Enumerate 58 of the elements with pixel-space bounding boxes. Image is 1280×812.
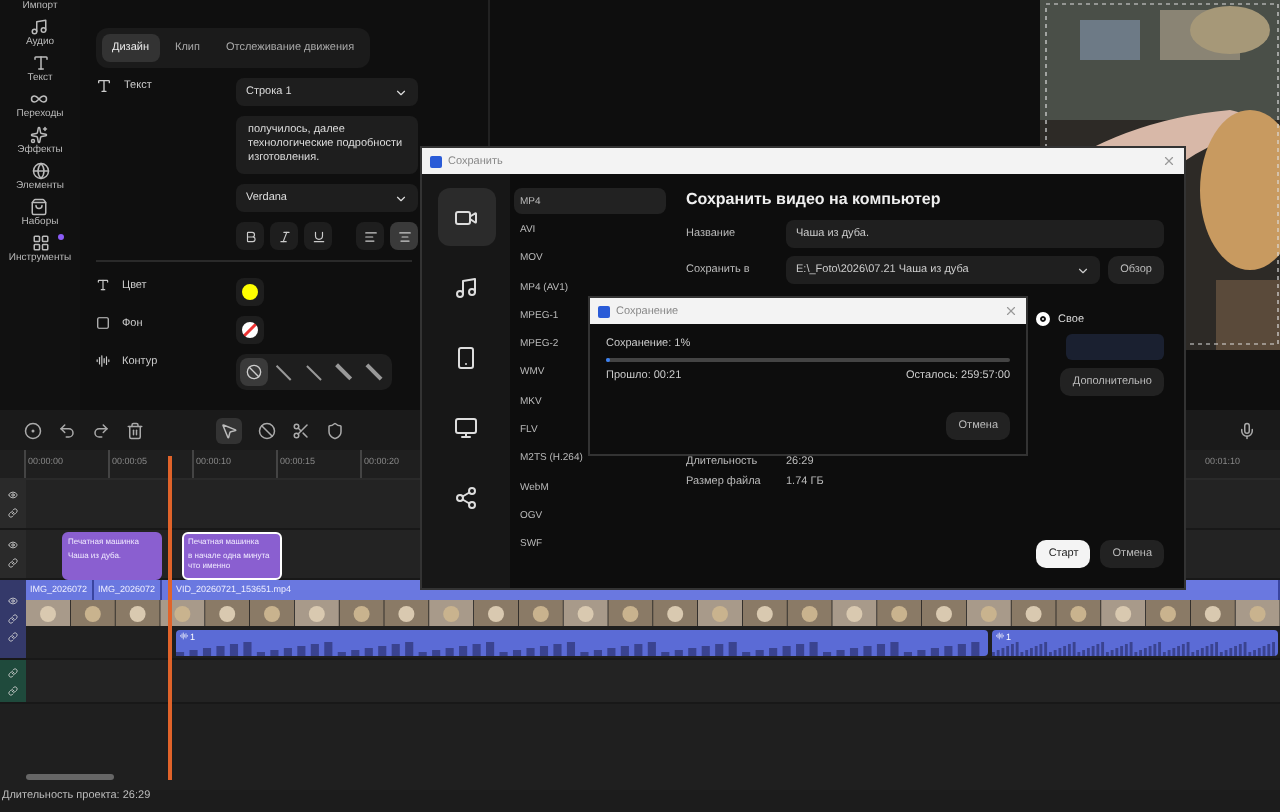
audio-icon — [454, 275, 478, 299]
video-category-button[interactable] — [437, 188, 495, 246]
sidebar-icon — [30, 198, 49, 216]
pointer-icon — [220, 421, 238, 439]
bold-button[interactable] — [236, 222, 264, 250]
chevron-icon — [1076, 263, 1091, 277]
undo-icon[interactable] — [58, 421, 76, 439]
text-icon — [96, 78, 112, 94]
align-left-button[interactable] — [356, 222, 384, 250]
app-icon — [430, 155, 442, 167]
shield-icon[interactable] — [326, 421, 344, 439]
underline-button[interactable] — [304, 222, 332, 250]
link-icon[interactable] — [8, 685, 18, 695]
eye-icon[interactable] — [8, 596, 18, 606]
eye-icon[interactable] — [8, 540, 18, 550]
sidebar-icon — [31, 234, 49, 252]
no-fill-swatch[interactable] — [236, 316, 264, 344]
link-icon[interactable] — [8, 558, 18, 568]
sidebar-icon — [31, 162, 49, 180]
app-icon — [598, 305, 610, 317]
sidebar-icon — [30, 126, 49, 144]
outline-option[interactable] — [240, 358, 268, 386]
voiceover-icon[interactable] — [1238, 421, 1256, 439]
chevron-icon — [394, 191, 408, 205]
link-icon[interactable] — [8, 667, 18, 677]
background-icon — [96, 316, 110, 330]
align-left-icon — [363, 229, 377, 243]
share-icon — [454, 485, 478, 509]
close-button[interactable] — [1162, 154, 1176, 168]
underline-icon — [311, 229, 325, 243]
close-button[interactable] — [1004, 304, 1018, 318]
none-icon — [246, 364, 262, 380]
align-center-icon — [397, 229, 411, 243]
chevron-icon — [394, 85, 408, 99]
scissors-icon[interactable] — [292, 421, 310, 439]
color-swatch[interactable] — [236, 278, 264, 306]
color-icon — [96, 278, 110, 292]
link-icon[interactable] — [8, 632, 18, 642]
scrollbar[interactable] — [26, 774, 114, 780]
bold-icon — [243, 229, 257, 243]
quality-bar — [1066, 334, 1164, 360]
italic-button[interactable] — [270, 222, 298, 250]
dialog-heading: Сохранить видео на компьютер — [686, 190, 943, 208]
link-icon[interactable] — [8, 614, 18, 624]
device-icon — [454, 345, 478, 369]
select-tool-button[interactable] — [216, 417, 242, 443]
sidebar-icon — [30, 90, 49, 108]
align-center-button[interactable] — [390, 222, 418, 250]
sidebar-icon — [31, 54, 49, 72]
record-icon[interactable] — [24, 421, 42, 439]
delete-icon[interactable] — [126, 421, 144, 439]
link-icon[interactable] — [8, 508, 18, 518]
tv-icon — [454, 415, 478, 439]
italic-icon — [277, 229, 291, 243]
video-icon — [454, 205, 478, 229]
redo-icon[interactable] — [92, 421, 110, 439]
sidebar-icon — [30, 18, 49, 36]
eye-icon[interactable] — [8, 490, 18, 500]
